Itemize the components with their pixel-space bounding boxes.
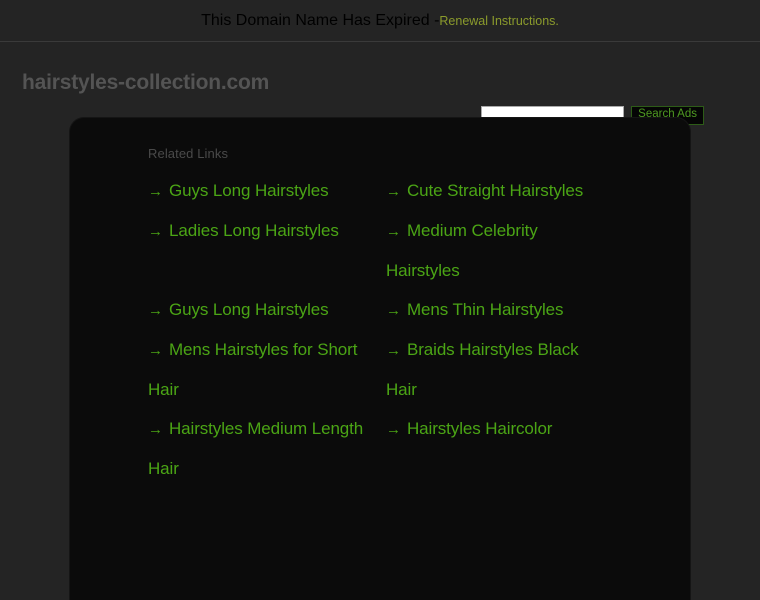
list-item: → Hairstyles Medium Length Hair: [148, 409, 386, 488]
list-item: → Braids Hairstyles Black Hair: [386, 330, 624, 409]
related-link[interactable]: Mens Hairstyles for Short Hair: [148, 340, 357, 399]
site-header: hairstyles-collection.com Search Ads: [0, 42, 760, 125]
related-links-panel: Related Links → Guys Long Hairstyles → Cut…: [70, 118, 690, 600]
related-link[interactable]: Mens Thin Hairstyles: [407, 300, 564, 319]
related-link[interactable]: Guys Long Hairstyles: [169, 300, 329, 319]
related-link[interactable]: Cute Straight Hairstyles: [407, 181, 583, 200]
arrow-right-icon: →: [386, 421, 401, 438]
renewal-instructions-link[interactable]: Renewal Instructions.: [439, 14, 559, 28]
arrow-right-icon: →: [148, 223, 163, 240]
arrow-right-icon: →: [148, 421, 163, 438]
related-links-heading: Related Links: [148, 146, 229, 161]
list-item: → Hairstyles Haircolor: [386, 409, 624, 488]
related-link[interactable]: Ladies Long Hairstyles: [169, 221, 339, 240]
arrow-right-icon: →: [386, 183, 401, 200]
arrow-right-icon: →: [386, 342, 401, 359]
list-item: → Cute Straight Hairstyles: [386, 171, 624, 211]
arrow-right-icon: →: [148, 302, 163, 319]
related-link[interactable]: Guys Long Hairstyles: [169, 181, 329, 200]
related-link[interactable]: Hairstyles Medium Length Hair: [148, 419, 363, 478]
related-link[interactable]: Braids Hairstyles Black Hair: [386, 340, 579, 399]
list-item: → Mens Thin Hairstyles: [386, 290, 624, 330]
list-item: → Mens Hairstyles for Short Hair: [148, 330, 386, 409]
arrow-right-icon: →: [148, 183, 163, 200]
list-item: → Guys Long Hairstyles: [148, 171, 386, 211]
list-item: → Medium Celebrity Hairstyles: [386, 211, 624, 290]
arrow-right-icon: →: [386, 302, 401, 319]
related-link[interactable]: Hairstyles Haircolor: [407, 419, 552, 438]
page-title: hairstyles-collection.com: [22, 70, 270, 94]
arrow-right-icon: →: [148, 342, 163, 359]
arrow-right-icon: →: [386, 223, 401, 240]
domain-expiry-banner: This Domain Name Has Expired - Renewal I…: [0, 0, 760, 42]
list-item: → Guys Long Hairstyles: [148, 290, 386, 330]
related-link[interactable]: Medium Celebrity Hairstyles: [386, 221, 538, 280]
related-links-grid: → Guys Long Hairstyles → Cute Straight Hai…: [70, 171, 690, 488]
list-item: → Ladies Long Hairstyles: [148, 211, 386, 290]
expiry-message: This Domain Name Has Expired -: [201, 11, 440, 29]
